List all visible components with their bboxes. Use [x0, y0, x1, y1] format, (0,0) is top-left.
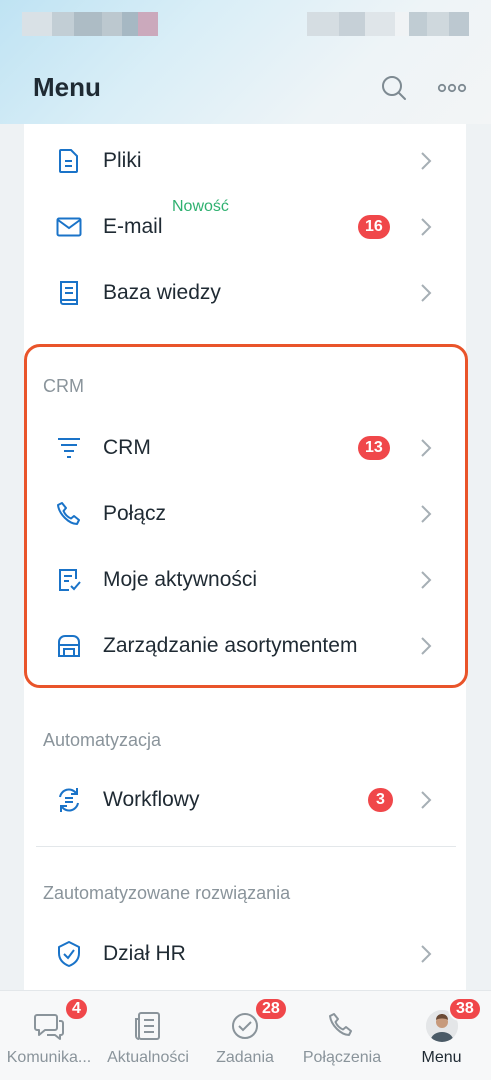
section-title-crm: CRM [43, 376, 84, 396]
status-bar-right-blurred [307, 12, 469, 36]
chevron-right-icon [416, 504, 436, 524]
shield-check-icon [54, 939, 84, 969]
tab-menu[interactable]: 38 Menu [392, 991, 491, 1080]
tab-zadania[interactable]: 28 Zadania [198, 991, 292, 1080]
menu-item-label: Połącz [103, 502, 167, 525]
count-badge: 13 [358, 436, 390, 460]
menu-item-label: Baza wiedzy [103, 281, 221, 304]
chevron-right-icon [416, 283, 436, 303]
menu-item-label: Workflowy [103, 788, 200, 811]
tab-label: Zadania [216, 1049, 274, 1066]
new-tag: Nowość [172, 198, 229, 215]
tab-komunikator[interactable]: 4 Komunika... [0, 991, 98, 1080]
status-bar-left-blurred [22, 12, 158, 36]
chat-icon [32, 1009, 66, 1043]
activity-list-icon [54, 565, 84, 595]
menu-item-polacz[interactable]: Połącz [24, 481, 466, 547]
tab-aktualnosci[interactable]: Aktualności [98, 991, 198, 1080]
count-badge: 16 [358, 215, 390, 239]
tab-label: Menu [421, 1049, 462, 1066]
menu-item-label: Moje aktywności [103, 568, 258, 591]
menu-item-baza-wiedzy[interactable]: Baza wiedzy [24, 260, 466, 326]
count-badge: 3 [368, 788, 393, 812]
section-title-rozwiazania: Zautomatyzowane rozwiązania [43, 883, 291, 903]
file-icon [54, 146, 84, 176]
book-icon [54, 278, 84, 308]
menu-item-zarzadzanie-asortymentem[interactable]: Zarządzanie asortymentem [24, 613, 466, 679]
store-icon [54, 631, 84, 661]
menu-item-moje-aktywnosci[interactable]: Moje aktywności [24, 547, 466, 613]
more-dots-icon[interactable] [436, 72, 468, 104]
workflow-cycle-icon [54, 785, 84, 815]
phone-icon [54, 499, 84, 529]
mail-icon [54, 212, 84, 242]
menu-list: Pliki E-mail Nowość 16 Baza wiedzy CRM C… [24, 124, 466, 992]
phone-icon [325, 1009, 359, 1043]
tab-label: Komunika... [6, 1049, 92, 1066]
chevron-right-icon [416, 944, 436, 964]
menu-item-email[interactable]: E-mail Nowość 16 [24, 194, 466, 260]
menu-item-label: Pliki [103, 149, 142, 172]
tab-label: Połączenia [302, 1049, 382, 1066]
menu-item-crm[interactable]: CRM 13 [24, 415, 466, 481]
chevron-right-icon [416, 636, 436, 656]
count-badge: 38 [448, 997, 482, 1021]
count-badge: 28 [254, 997, 288, 1021]
page-title: Menu [33, 72, 101, 102]
menu-item-dzial-hr[interactable]: Dział HR [24, 921, 466, 987]
chevron-right-icon [416, 151, 436, 171]
tab-label: Aktualności [107, 1049, 189, 1066]
chevron-right-icon [416, 570, 436, 590]
chevron-right-icon [416, 438, 436, 458]
menu-item-label: CRM [103, 436, 151, 459]
tab-polaczenia[interactable]: Połączenia [292, 991, 392, 1080]
menu-item-label: Zarządzanie asortymentem [103, 634, 358, 657]
app-header: Menu [0, 0, 491, 124]
menu-item-pliki[interactable]: Pliki [24, 128, 466, 194]
bottom-navigation: 4 Komunika... Aktualności 28 Zadania Poł… [0, 990, 491, 1080]
search-icon[interactable] [378, 72, 410, 104]
chevron-right-icon [416, 790, 436, 810]
news-icon [131, 1009, 165, 1043]
chevron-right-icon [416, 217, 436, 237]
divider [36, 846, 456, 847]
funnel-icon [54, 433, 84, 463]
menu-item-label: E-mail [103, 215, 163, 238]
menu-item-workflowy[interactable]: Workflowy 3 [24, 767, 466, 833]
count-badge: 4 [64, 997, 89, 1021]
section-title-automatyzacja: Automatyzacja [43, 730, 162, 750]
menu-item-label: Dział HR [103, 942, 186, 965]
